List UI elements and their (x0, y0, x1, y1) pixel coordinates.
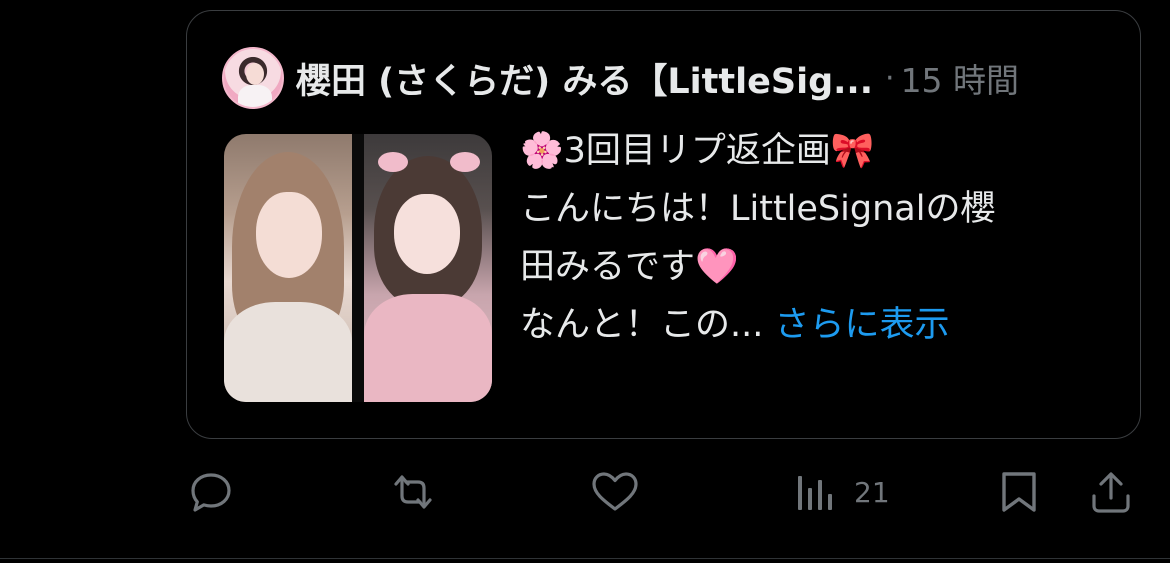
photo-right (364, 134, 492, 402)
avatar[interactable] (222, 47, 284, 109)
header-separator: · (885, 60, 895, 96)
author-name[interactable]: 櫻田 (さくらだ) みる【LittleSig... (296, 53, 873, 104)
bookmark-button[interactable] (998, 470, 1040, 514)
photo-left-face (256, 192, 322, 278)
tweet-page: 櫻田 (さくらだ) みる【LittleSig... · 15 時間 🌸3回目リプ… (0, 0, 1170, 563)
text-line-4: なんと！この... さらに表示 (520, 296, 1120, 354)
avatar-dress (238, 85, 272, 107)
quoted-tweet-header: 櫻田 (さくらだ) みる【LittleSig... · 15 時間 (222, 46, 1019, 110)
photo-right-bow-right (450, 152, 480, 172)
text-line-3: 田みるです🩷 (520, 247, 739, 287)
media-divider (352, 134, 364, 402)
show-more-link[interactable]: さらに表示 (775, 305, 950, 345)
views-count: 21 (854, 475, 890, 509)
share-icon (1092, 472, 1130, 513)
views-button[interactable]: 21 (794, 470, 890, 514)
share-button[interactable] (1088, 470, 1134, 514)
views-icon (798, 476, 832, 510)
photo-right-bow-left (378, 152, 408, 172)
text-line-1: 🌸3回目リプ返企画🎀 (520, 131, 875, 171)
text-line-4-content: なんと！この... (520, 305, 764, 345)
text-line-2: こんにちは！LittleSignalの櫻 (520, 189, 996, 229)
like-button[interactable] (590, 470, 640, 514)
action-bar: 21 (0, 462, 1170, 522)
photo-left-clothing (224, 302, 352, 402)
heart-icon (592, 472, 638, 511)
bookmark-icon (1002, 472, 1036, 512)
avatar-face (246, 63, 264, 85)
tweet-divider (0, 558, 1170, 559)
repost-button[interactable] (386, 470, 440, 514)
reply-button[interactable] (188, 470, 234, 514)
repost-icon (394, 475, 432, 509)
photo-left (224, 134, 352, 402)
photo-right-face (394, 194, 460, 274)
timestamp[interactable]: 15 時間 (901, 54, 1019, 102)
media-thumbnail[interactable] (224, 134, 492, 402)
reply-icon (191, 473, 231, 512)
photo-right-dress (364, 294, 492, 402)
quoted-tweet-text: 🌸3回目リプ返企画🎀 こんにちは！LittleSignalの櫻 田みるです🩷 な… (520, 122, 1120, 354)
